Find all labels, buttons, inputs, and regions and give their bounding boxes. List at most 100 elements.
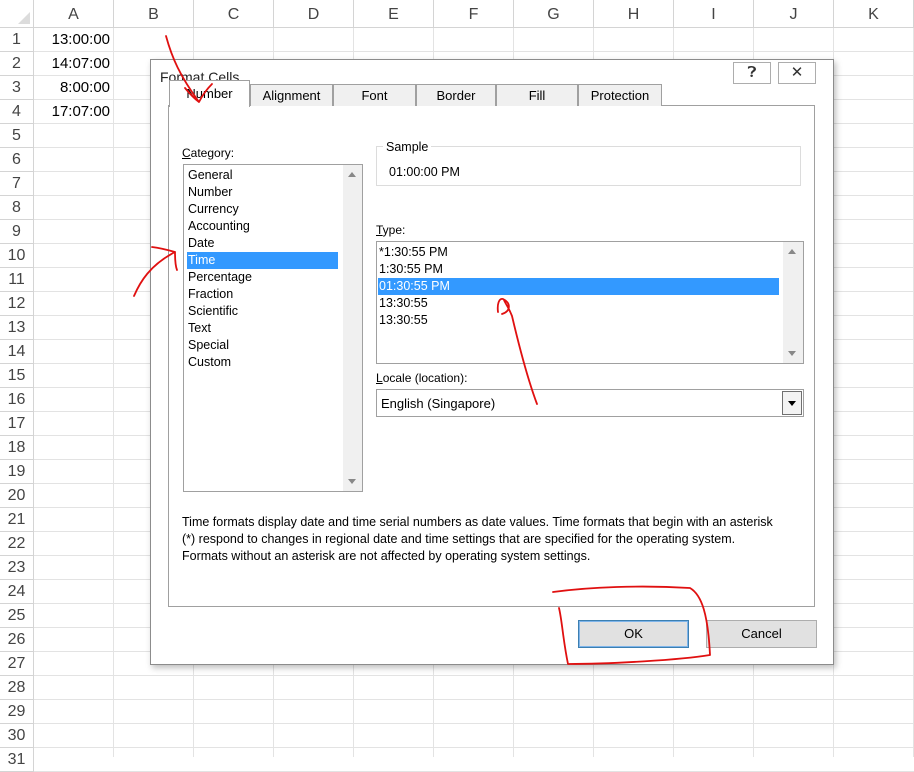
cancel-button[interactable]: Cancel [706,620,817,648]
row-header-2[interactable]: 2 [0,52,34,76]
category-label: Category: [182,146,235,160]
column-header-g[interactable]: G [514,0,594,28]
row-header-16[interactable]: 16 [0,388,34,412]
type-item[interactable]: 01:30:55 PM [378,278,779,295]
row-header-18[interactable]: 18 [0,436,34,460]
type-item[interactable]: *1:30:55 PM [378,244,779,261]
row-header-5[interactable]: 5 [0,124,34,148]
cell-a2[interactable]: 14:07:00 [34,52,114,76]
chevron-down-icon[interactable] [782,391,802,415]
category-item-scientific[interactable]: Scientific [187,303,338,320]
category-item-number[interactable]: Number [187,184,338,201]
row-header-9[interactable]: 9 [0,220,34,244]
format-cells-dialog: Format Cells ❓︎ ✕ Number Alignment Font … [150,59,834,665]
gridline [34,51,914,52]
type-item[interactable]: 13:30:55 [378,312,779,329]
row-header-6[interactable]: 6 [0,148,34,172]
type-scrollbar[interactable] [783,242,803,363]
row-header-12[interactable]: 12 [0,292,34,316]
column-header-h[interactable]: H [594,0,674,28]
tab-fill[interactable]: Fill [496,84,578,106]
sample-label: Sample [383,140,432,154]
row-header-23[interactable]: 23 [0,556,34,580]
cell-a4[interactable]: 17:07:00 [34,100,114,124]
format-description: Time formats display date and time seria… [182,515,773,563]
row-header-27[interactable]: 27 [0,652,34,676]
scroll-up-icon[interactable] [348,172,356,177]
row-header-26[interactable]: 26 [0,628,34,652]
row-header-8[interactable]: 8 [0,196,34,220]
tab-protection[interactable]: Protection [578,84,662,106]
category-item-currency[interactable]: Currency [187,201,338,218]
close-button[interactable]: ✕ [778,62,816,84]
row-header-13[interactable]: 13 [0,316,34,340]
category-item-accounting[interactable]: Accounting [187,218,338,235]
column-header-c[interactable]: C [194,0,274,28]
type-listbox[interactable]: *1:30:55 PM 1:30:55 PM 01:30:55 PM 13:30:55… [376,241,804,364]
ok-button[interactable]: OK [578,620,689,648]
column-header-k[interactable]: K [834,0,914,28]
tab-font[interactable]: Font [333,84,416,106]
column-header-f[interactable]: F [434,0,514,28]
row-header-29[interactable]: 29 [0,700,34,724]
gridline [113,28,114,757]
sample-value: 01:00:00 PM [389,165,460,179]
row-header-30[interactable]: 30 [0,724,34,748]
cell-a1[interactable]: 13:00:00 [34,28,114,52]
row-header-1[interactable]: 1 [0,28,34,52]
category-item-custom[interactable]: Custom [187,354,338,371]
tab-panel: Number Alignment Font Border Fill Protec… [168,80,815,607]
tab-number[interactable]: Number [169,80,250,107]
row-header-4[interactable]: 4 [0,100,34,124]
category-item-fraction[interactable]: Fraction [187,286,338,303]
category-listbox[interactable]: General Number Currency Accounting Date Time P… [183,164,363,492]
row-header-28[interactable]: 28 [0,676,34,700]
category-scrollbar[interactable] [343,165,362,491]
help-button[interactable]: ❓︎ [733,62,771,84]
locale-select[interactable]: English (Singapore) [376,389,804,417]
gridline [34,723,914,724]
row-header-19[interactable]: 19 [0,460,34,484]
type-item[interactable]: 13:30:55 [378,295,779,312]
column-header-a[interactable]: A [34,0,114,28]
column-header-i[interactable]: I [674,0,754,28]
category-item-percentage[interactable]: Percentage [187,269,338,286]
tab-alignment[interactable]: Alignment [250,84,333,106]
column-header-b[interactable]: B [114,0,194,28]
question-icon: ❓︎ [747,64,757,81]
scroll-down-icon[interactable] [788,351,796,356]
row-header-15[interactable]: 15 [0,364,34,388]
row-header-14[interactable]: 14 [0,340,34,364]
sample-group: Sample 01:00:00 PM [376,140,801,186]
category-item-general[interactable]: General [187,167,338,184]
scroll-up-icon[interactable] [788,249,796,254]
row-header-21[interactable]: 21 [0,508,34,532]
row-header-17[interactable]: 17 [0,412,34,436]
type-item[interactable]: 1:30:55 PM [378,261,779,278]
column-header-e[interactable]: E [354,0,434,28]
row-header-10[interactable]: 10 [0,244,34,268]
row-header-11[interactable]: 11 [0,268,34,292]
category-item-date[interactable]: Date [187,235,338,252]
column-header-j[interactable]: J [754,0,834,28]
category-item-time[interactable]: Time [187,252,338,269]
row-header-22[interactable]: 22 [0,532,34,556]
category-item-text[interactable]: Text [187,320,338,337]
row-header-25[interactable]: 25 [0,604,34,628]
cell-a3[interactable]: 8:00:00 [34,76,114,100]
row-header-20[interactable]: 20 [0,484,34,508]
column-header-d[interactable]: D [274,0,354,28]
row-header-31[interactable]: 31 [0,748,34,772]
tab-border[interactable]: Border [416,84,496,106]
category-item-special[interactable]: Special [187,337,338,354]
scroll-down-icon[interactable] [348,479,356,484]
gridline [34,747,914,748]
row-header-3[interactable]: 3 [0,76,34,100]
locale-value: English (Singapore) [381,396,496,411]
row-header-24[interactable]: 24 [0,580,34,604]
select-all-corner[interactable] [0,0,34,28]
row-header-7[interactable]: 7 [0,172,34,196]
gridline [34,699,914,700]
close-icon: ✕ [790,64,804,81]
gridline [34,675,914,676]
